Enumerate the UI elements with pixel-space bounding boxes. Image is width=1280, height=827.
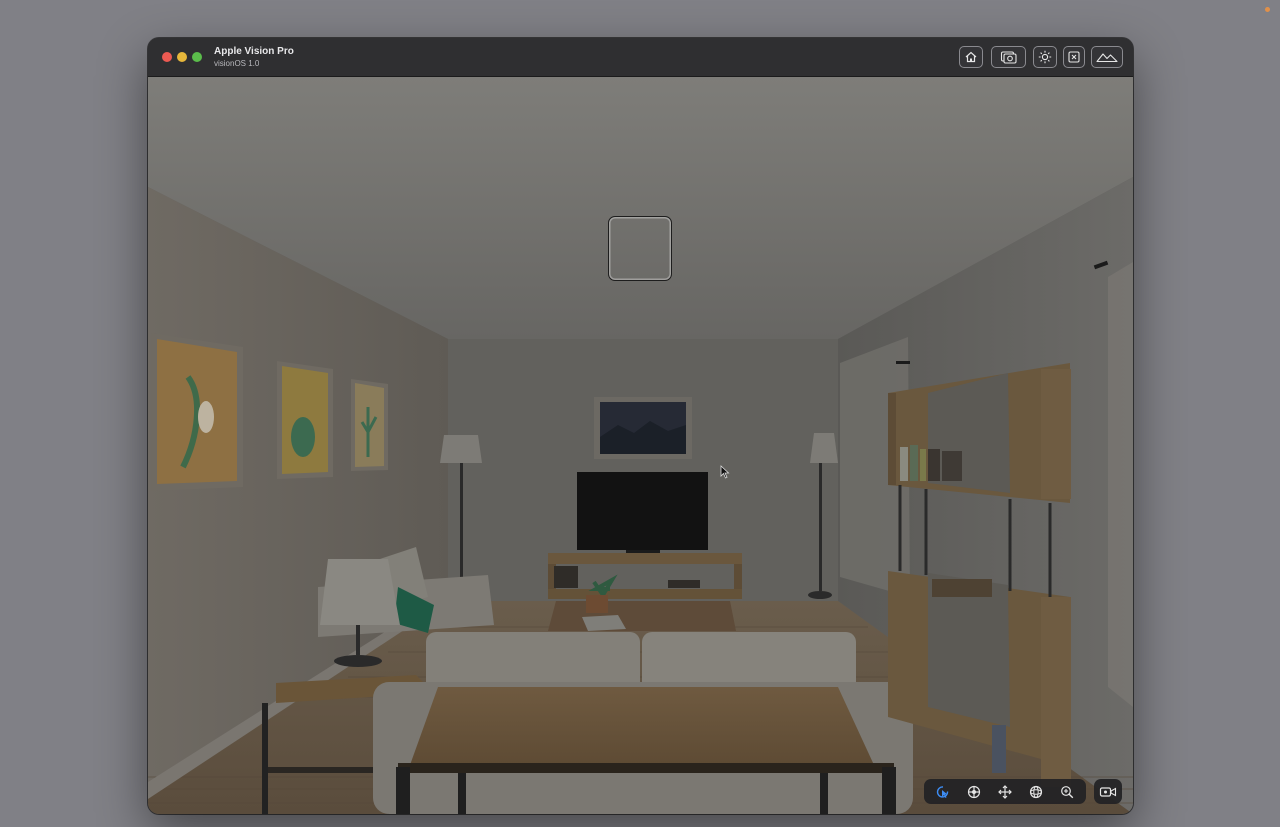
wall-art-center	[594, 397, 692, 459]
window-title: Apple Vision Pro	[214, 46, 294, 57]
gaze-focus-indicator	[608, 216, 672, 281]
scene-environment-button[interactable]	[1091, 46, 1123, 68]
sun-icon	[1038, 50, 1052, 64]
maximize-window-button[interactable]	[192, 52, 202, 62]
mouse-pointer-icon	[720, 465, 730, 479]
pointer-icon	[937, 785, 949, 798]
environment-lighting-button[interactable]	[1033, 46, 1057, 68]
minimize-window-button[interactable]	[177, 52, 187, 62]
zoom-button[interactable]	[1056, 782, 1078, 802]
look-icon	[968, 785, 981, 798]
mountains-icon	[1096, 53, 1118, 63]
navigation-controls	[924, 779, 1086, 804]
status-dot	[1265, 7, 1270, 12]
desktop-background: Apple Vision Pro visionOS 1.0	[0, 0, 1280, 827]
close-square-icon	[1068, 51, 1080, 63]
camera-icon	[1000, 51, 1017, 64]
home-button[interactable]	[959, 46, 983, 68]
simulator-viewport[interactable]	[148, 77, 1133, 814]
living-room-scene	[148, 77, 1133, 814]
home-icon	[965, 51, 977, 63]
orbit-button[interactable]	[1025, 782, 1047, 802]
interact-button[interactable]	[932, 782, 954, 802]
title-bar[interactable]: Apple Vision Pro visionOS 1.0	[148, 38, 1133, 77]
record-video-icon	[1099, 786, 1117, 797]
screenshot-button[interactable]	[991, 46, 1026, 68]
look-button[interactable]	[963, 782, 985, 802]
record-video-button[interactable]	[1094, 779, 1122, 804]
close-window-button[interactable]	[162, 52, 172, 62]
window-subtitle: visionOS 1.0	[214, 59, 260, 68]
television	[577, 472, 708, 554]
window-title-block: Apple Vision Pro visionOS 1.0	[214, 45, 294, 69]
pan-button[interactable]	[994, 782, 1016, 802]
move-arrows-icon	[998, 784, 1012, 799]
device-close-button[interactable]	[1063, 46, 1085, 68]
simulator-window: Apple Vision Pro visionOS 1.0	[148, 38, 1133, 814]
orbit-icon	[1029, 785, 1042, 798]
zoom-icon	[1060, 785, 1073, 798]
